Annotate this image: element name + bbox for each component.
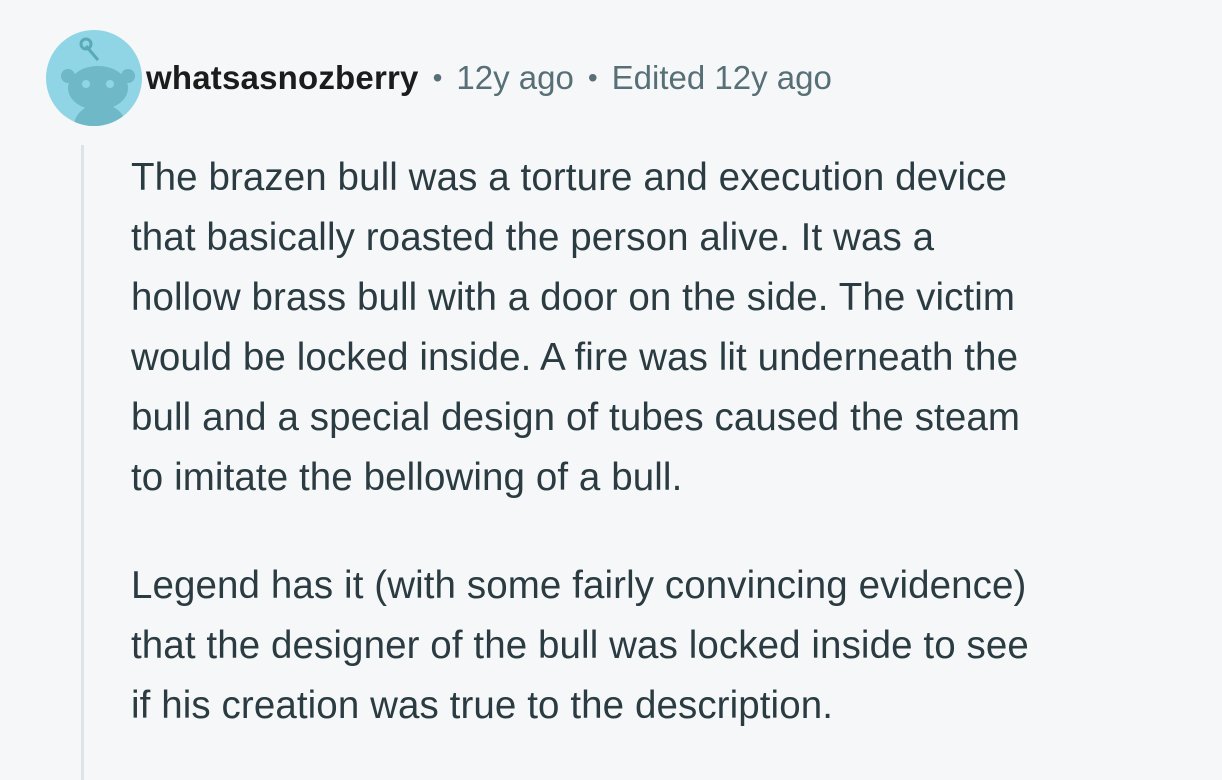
text-line: hollow brass bull with a door on the sid… — [131, 276, 1016, 319]
text-line: if his creation was true to the descript… — [131, 684, 834, 727]
text-line: would be locked inside. A fire was lit u… — [131, 336, 1019, 379]
edited-timestamp: Edited 12y ago — [611, 59, 832, 96]
text-line: that basically roasted the person alive.… — [131, 216, 935, 259]
avatar[interactable] — [46, 30, 142, 126]
text-line: to imitate the bellowing of a bull. — [131, 456, 683, 499]
separator-dot: • — [587, 62, 598, 93]
comment-meta: whatsasnozberry • 12y ago • Edited 12y a… — [146, 59, 832, 97]
comment: whatsasnozberry • 12y ago • Edited 12y a… — [0, 0, 1222, 780]
comment-header: whatsasnozberry • 12y ago • Edited 12y a… — [46, 30, 832, 126]
text-line: bull and a special design of tubes cause… — [131, 396, 1021, 439]
timestamp[interactable]: 12y ago — [456, 59, 573, 97]
text-line: Legend has it (with some fairly convinci… — [131, 564, 1027, 607]
thread-line[interactable] — [81, 145, 84, 780]
separator-dot: • — [432, 62, 443, 93]
comment-paragraph: Legend has it (with some fairly convinci… — [131, 556, 1191, 736]
comment-body: The brazen bull was a torture and execut… — [131, 148, 1191, 736]
text-line: that the designer of the bull was locked… — [131, 624, 1029, 667]
snoo-avatar-icon — [61, 37, 135, 126]
text-line: The brazen bull was a torture and execut… — [131, 156, 1008, 199]
comment-paragraph: The brazen bull was a torture and execut… — [131, 148, 1191, 508]
username-link[interactable]: whatsasnozberry — [146, 59, 419, 97]
